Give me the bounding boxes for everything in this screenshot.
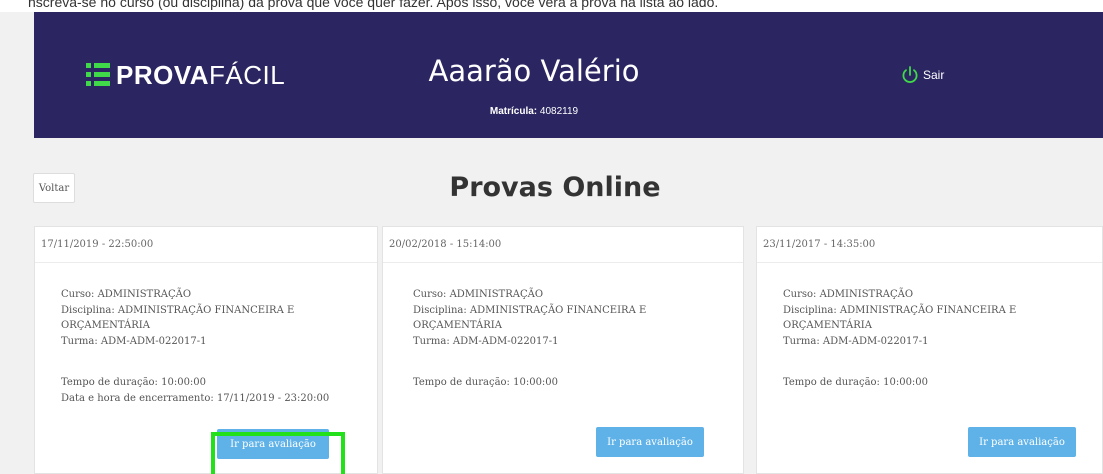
exam-disciplina-cont: ORÇAMENTÁRIA (61, 320, 150, 331)
go-to-exam-button[interactable]: Ir para avaliação (968, 427, 1076, 457)
exam-curso: Curso: ADMINISTRAÇÃO (413, 289, 544, 300)
highlight-box (211, 432, 345, 474)
instruction-text: nscreva-se no curso (ou disciplina) da p… (0, 0, 1103, 12)
exam-disciplina: Disciplina: ADMINISTRAÇÃO FINANCEIRA E (413, 304, 647, 316)
exam-datetime: 17/11/2019 - 22:50:00 (35, 227, 377, 263)
logout-label: Sair (923, 68, 945, 82)
page-title: Provas Online (449, 172, 661, 203)
exam-disciplina-cont: ORÇAMENTÁRIA (783, 320, 872, 331)
user-name: Aaarão Valério (428, 54, 640, 88)
exam-curso: Curso: ADMINISTRAÇÃO (783, 289, 914, 300)
logo-text: PROVAFÁCIL (116, 60, 286, 90)
exam-card: 20/02/2018 - 15:14:00 Curso: ADMINISTRAÇ… (382, 226, 744, 474)
exam-duracao: Tempo de duração: 10:00:00 (61, 377, 207, 388)
exam-disciplina: Disciplina: ADMINISTRAÇÃO FINANCEIRA E (783, 304, 1017, 316)
exam-turma: Turma: ADM-ADM-022017-1 (783, 335, 929, 347)
exam-details: Curso: ADMINISTRAÇÃO Disciplina: ADMINIS… (35, 263, 377, 406)
go-to-exam-button[interactable]: Ir para avaliação (596, 427, 704, 457)
exam-disciplina: Disciplina: ADMINISTRAÇÃO FINANCEIRA E (61, 304, 295, 316)
exam-details: Curso: ADMINISTRAÇÃO Disciplina: ADMINIS… (757, 263, 1102, 391)
provafacil-logo[interactable]: PROVAFÁCIL (86, 62, 285, 88)
logout-button[interactable]: Sair (900, 65, 944, 85)
exam-duracao: Tempo de duração: 10:00:00 (413, 377, 559, 388)
exam-datetime: 20/02/2018 - 15:14:00 (383, 227, 743, 263)
exam-turma: Turma: ADM-ADM-022017-1 (61, 335, 207, 347)
back-button[interactable]: Voltar (33, 173, 75, 203)
exam-card: 23/11/2017 - 14:35:00 Curso: ADMINISTRAÇ… (756, 226, 1103, 474)
matricula: Matrícula: 4082119 (489, 106, 579, 117)
exam-details: Curso: ADMINISTRAÇÃO Disciplina: ADMINIS… (383, 263, 743, 391)
app-header: PROVAFÁCIL Aaarão Valério Matrícula: 408… (34, 12, 1103, 138)
exam-encerramento: Data e hora de encerramento: 17/11/2019 … (61, 392, 330, 404)
power-icon (902, 66, 918, 83)
exam-disciplina-cont: ORÇAMENTÁRIA (413, 320, 502, 331)
exam-datetime: 23/11/2017 - 14:35:00 (757, 227, 1102, 263)
exam-duracao: Tempo de duração: 10:00:00 (783, 377, 929, 388)
exam-curso: Curso: ADMINISTRAÇÃO (61, 289, 192, 300)
exam-turma: Turma: ADM-ADM-022017-1 (413, 335, 559, 347)
instruction-label: nscreva-se no curso (ou disciplina) da p… (28, 0, 719, 10)
list-icon (86, 63, 110, 87)
